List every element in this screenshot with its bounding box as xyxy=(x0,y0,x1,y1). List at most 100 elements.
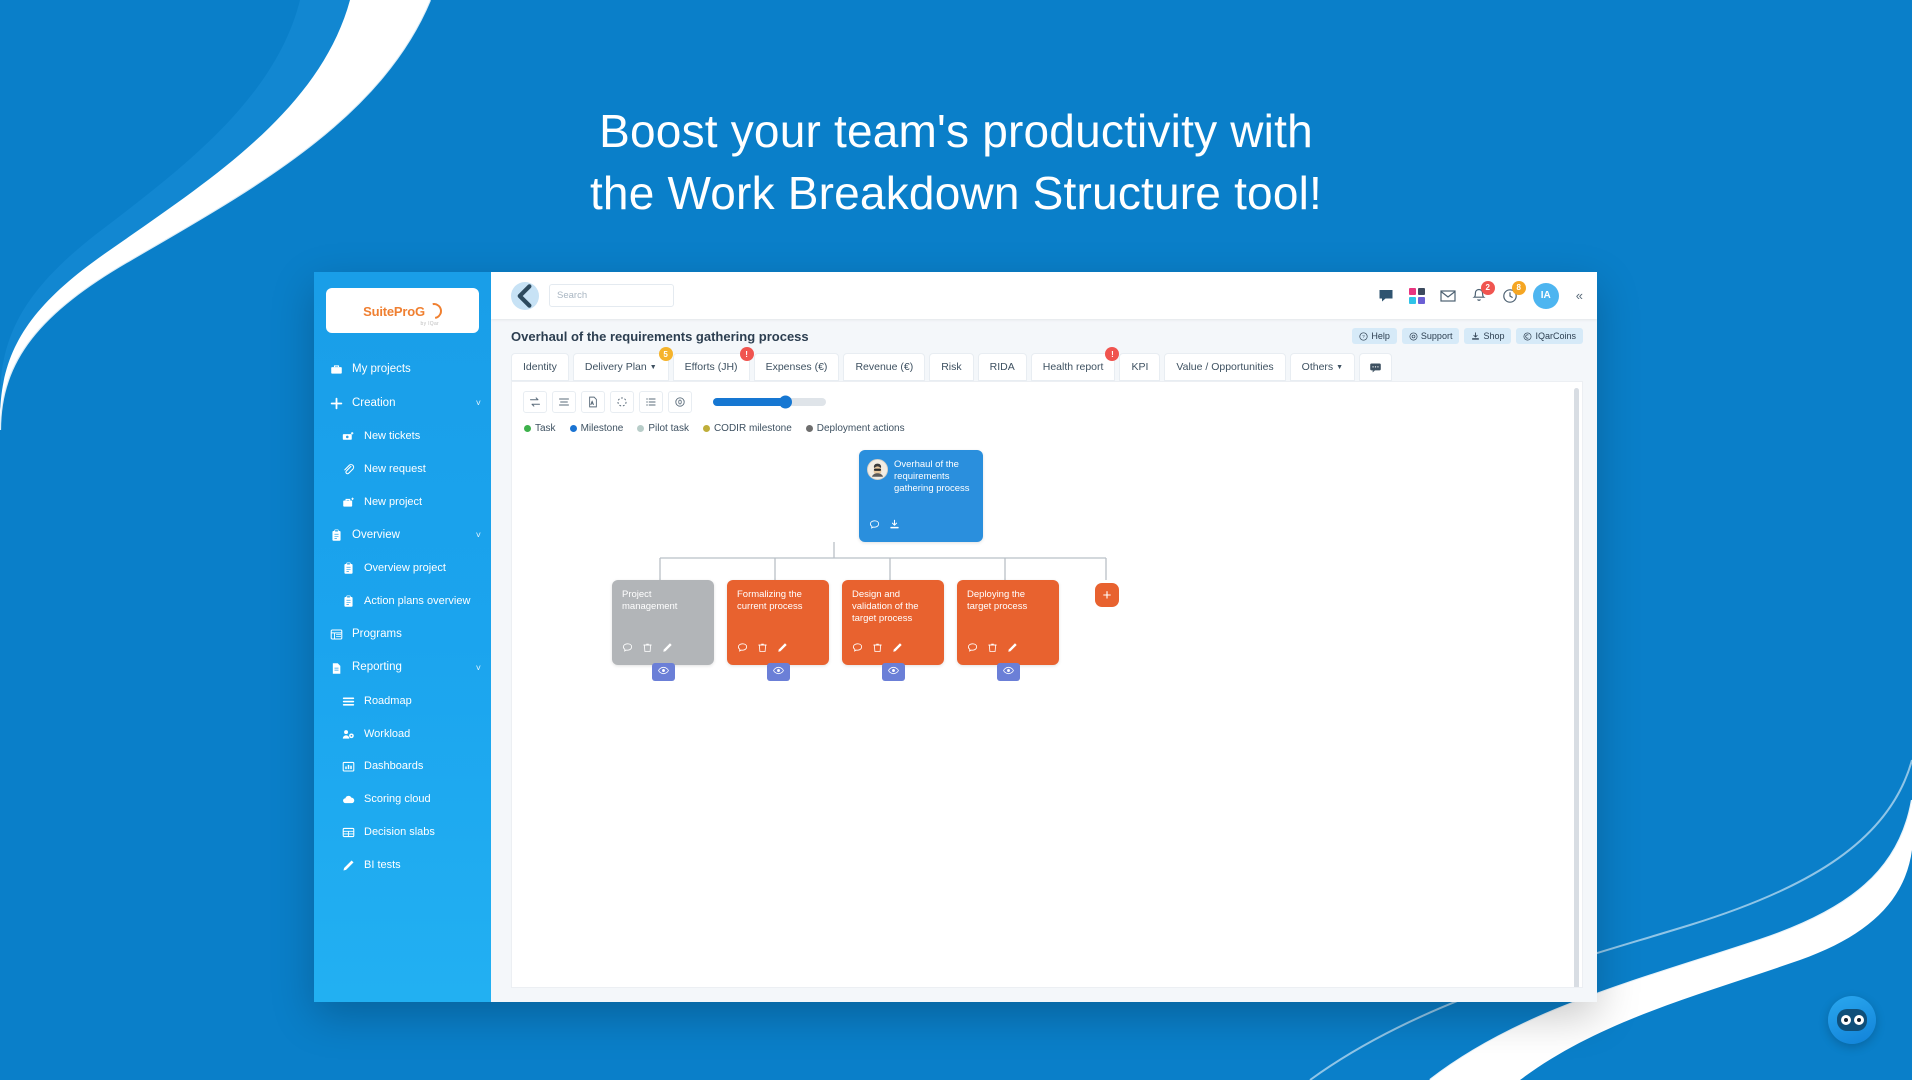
chevron-down-icon[interactable]: ˅ xyxy=(476,397,481,409)
legend-item-milestone: Milestone xyxy=(569,423,623,434)
trash-icon[interactable] xyxy=(872,642,883,657)
tab-delivery-plan[interactable]: Delivery Plan ▼ 5 xyxy=(572,347,673,381)
align-icon[interactable] xyxy=(552,391,576,413)
shop-button[interactable]: Shop xyxy=(1464,328,1512,344)
sidebar-item-new-request[interactable]: New request xyxy=(314,453,491,486)
add-node-button[interactable]: + xyxy=(1095,583,1119,607)
support-button[interactable]: Support xyxy=(1401,328,1460,344)
child-node-title: Design and validation of the target proc… xyxy=(852,589,919,625)
pencil-icon[interactable] xyxy=(662,642,673,657)
trash-icon[interactable] xyxy=(987,642,998,657)
tab-identity[interactable]: Identity xyxy=(511,353,569,381)
sidebar-item-reporting[interactable]: Reporting ˅ xyxy=(314,651,491,685)
comment-icon[interactable] xyxy=(737,642,748,657)
swap-orientation-icon[interactable] xyxy=(523,391,547,413)
sidebar-item-scoring-cloud[interactable]: Scoring cloud xyxy=(314,783,491,816)
sidebar-item-creation[interactable]: Creation ˅ xyxy=(314,387,491,421)
wbs-root-node[interactable]: Overhaul of the requirements gathering p… xyxy=(859,450,983,542)
list-detail-icon[interactable] xyxy=(639,391,663,413)
tab-risk[interactable]: Risk xyxy=(929,353,974,381)
tab-efforts-jh[interactable]: Efforts (JH)! xyxy=(672,347,754,381)
search-input[interactable] xyxy=(557,290,666,301)
wbs-toolbar: A xyxy=(512,382,1582,413)
comment-icon[interactable] xyxy=(852,642,863,657)
sidebar: SuiteProG by IQar My projects Creation ˅ Ne… xyxy=(314,272,491,1002)
tab-kpi[interactable]: KPI xyxy=(1119,353,1161,381)
trash-icon[interactable] xyxy=(757,642,768,657)
mail-icon[interactable] xyxy=(1440,288,1456,304)
back-button[interactable] xyxy=(511,281,539,310)
pencil-icon[interactable] xyxy=(1007,642,1018,657)
chatbot-button[interactable] xyxy=(1828,996,1876,1044)
sidebar-item-programs[interactable]: Programs xyxy=(314,618,491,652)
headline-line-1: Boost your team's productivity with xyxy=(599,105,1313,157)
sidebar-item-overview[interactable]: Overview ˅ xyxy=(314,519,491,553)
cart-icon xyxy=(1471,331,1480,341)
apps-grid-icon[interactable] xyxy=(1408,287,1425,304)
sidebar-item-roadmap[interactable]: Roadmap xyxy=(314,685,491,718)
tab-value-opportunities[interactable]: Value / Opportunities xyxy=(1164,353,1286,381)
bell-icon[interactable]: 2 xyxy=(1471,280,1495,304)
loading-circle-icon[interactable] xyxy=(610,391,634,413)
root-node-body: Overhaul of the requirements gathering p… xyxy=(867,459,973,495)
sidebar-item-label: New project xyxy=(364,495,423,508)
chevron-left-icon xyxy=(517,283,532,308)
zero-badge-icon[interactable] xyxy=(668,391,692,413)
trash-icon[interactable] xyxy=(642,642,653,657)
sidebar-item-label: New tickets xyxy=(364,430,421,443)
tab-revenue[interactable]: Revenue (€) xyxy=(843,353,926,381)
content-scrollbar[interactable] xyxy=(1574,388,1579,987)
pencil-icon[interactable] xyxy=(777,642,788,657)
legend-label: Task xyxy=(535,423,556,434)
sidebar-item-bi-tests[interactable]: BI tests xyxy=(314,849,491,882)
legend-item-codir-milestone: CODIR milestone xyxy=(702,423,792,434)
chatbot-eye-right xyxy=(1853,1015,1864,1025)
tab-label: Value / Opportunities xyxy=(1176,361,1274,373)
export-pdf-icon[interactable]: A xyxy=(581,391,605,413)
node-visibility-toggle[interactable] xyxy=(997,663,1020,681)
app-logo[interactable]: SuiteProG by IQar xyxy=(326,288,479,333)
collapse-panel-button[interactable]: « xyxy=(1576,288,1583,303)
tab-health-report[interactable]: Health report! xyxy=(1030,347,1120,381)
eye-icon xyxy=(1003,663,1014,681)
comment-icon[interactable] xyxy=(869,519,880,534)
sidebar-item-decision-slabs[interactable]: Decision slabs xyxy=(314,816,491,849)
wbs-child-node[interactable]: Project management xyxy=(612,580,714,665)
node-visibility-toggle[interactable] xyxy=(767,663,790,681)
wbs-child-node[interactable]: Deploying the target process xyxy=(957,580,1059,665)
app-window: SuiteProG by IQar My projects Creation ˅ Ne… xyxy=(314,272,1597,1002)
tab-comments[interactable] xyxy=(1359,353,1393,381)
sidebar-item-new-project[interactable]: New project xyxy=(314,486,491,519)
sidebar-item-dashboards[interactable]: Dashboards xyxy=(314,750,491,783)
zoom-slider[interactable] xyxy=(713,395,826,409)
clipboard-icon xyxy=(340,562,356,576)
node-visibility-toggle[interactable] xyxy=(882,663,905,681)
iqarcoins-button[interactable]: IQarCoins xyxy=(1516,328,1583,344)
comment-icon[interactable] xyxy=(622,642,633,657)
eye-icon xyxy=(658,663,669,681)
users-gear-icon xyxy=(340,727,356,741)
chevron-down-icon[interactable]: ˅ xyxy=(476,529,481,541)
sidebar-item-workload[interactable]: Workload xyxy=(314,718,491,751)
wbs-child-node[interactable]: Design and validation of the target proc… xyxy=(842,580,944,665)
timer-icon[interactable]: 8 xyxy=(1502,280,1526,304)
user-avatar[interactable]: IA xyxy=(1532,282,1559,309)
download-icon[interactable] xyxy=(889,519,900,534)
wbs-child-node[interactable]: Formalizing the current process xyxy=(727,580,829,665)
help-button[interactable]: ? Help xyxy=(1352,328,1397,344)
chat-icon[interactable] xyxy=(1378,288,1394,304)
chevron-down-icon[interactable]: ˅ xyxy=(476,662,481,674)
pencil-icon[interactable] xyxy=(892,642,903,657)
sidebar-item-action-plans-overview[interactable]: Action plans overview xyxy=(314,585,491,618)
sidebar-item-overview-project[interactable]: Overview project xyxy=(314,552,491,585)
sidebar-item-my-projects[interactable]: My projects xyxy=(314,353,491,387)
chat-bubble-glyph xyxy=(1379,289,1393,301)
sidebar-item-new-tickets[interactable]: New tickets xyxy=(314,420,491,453)
comment-icon[interactable] xyxy=(967,642,978,657)
tab-others[interactable]: Others ▼ xyxy=(1289,353,1356,381)
node-visibility-toggle[interactable] xyxy=(652,663,675,681)
zoom-slider-knob[interactable] xyxy=(778,395,792,409)
search-box[interactable] xyxy=(549,284,674,307)
tab-expenses[interactable]: Expenses (€) xyxy=(753,353,840,381)
tab-rida[interactable]: RIDA xyxy=(977,353,1027,381)
